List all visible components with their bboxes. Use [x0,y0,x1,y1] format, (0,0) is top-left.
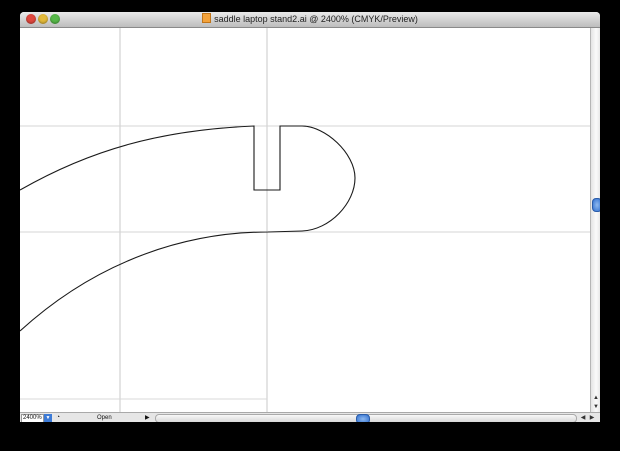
scroll-down-arrow-icon[interactable]: ▼ [592,403,600,411]
saddle-outline-path[interactable] [20,125,356,332]
horizontal-scrollbar[interactable] [155,414,577,422]
status-bar: 2400% ▼ ◔ Open ▶ ◀ ▶ [20,412,600,422]
scroll-left-arrow-icon[interactable]: ◀ [579,414,587,422]
artboard-canvas[interactable] [20,28,590,412]
vertical-scroll-thumb[interactable] [592,198,600,212]
zoom-dropdown-arrow-icon[interactable]: ▼ [44,414,52,422]
artwork-svg [20,28,590,412]
status-menu-icon[interactable]: ◔ [54,414,62,422]
status-text: Open [97,415,112,421]
horizontal-scroll-thumb[interactable] [356,414,370,422]
vertical-scrollbar[interactable]: ▲ ▼ [590,28,600,412]
zoom-level-field[interactable]: 2400% [21,414,44,422]
window-title-text: saddle laptop stand2.ai @ 2400% (CMYK/Pr… [214,14,418,24]
status-menu-arrow-icon[interactable]: ▶ [145,414,150,422]
illustrator-document-window: saddle laptop stand2.ai @ 2400% (CMYK/Pr… [20,12,600,422]
document-icon [202,13,212,23]
title-bar[interactable]: saddle laptop stand2.ai @ 2400% (CMYK/Pr… [20,12,600,28]
window-title: saddle laptop stand2.ai @ 2400% (CMYK/Pr… [20,13,600,26]
scroll-up-arrow-icon[interactable]: ▲ [592,394,600,402]
scroll-right-arrow-icon[interactable]: ▶ [588,414,596,422]
